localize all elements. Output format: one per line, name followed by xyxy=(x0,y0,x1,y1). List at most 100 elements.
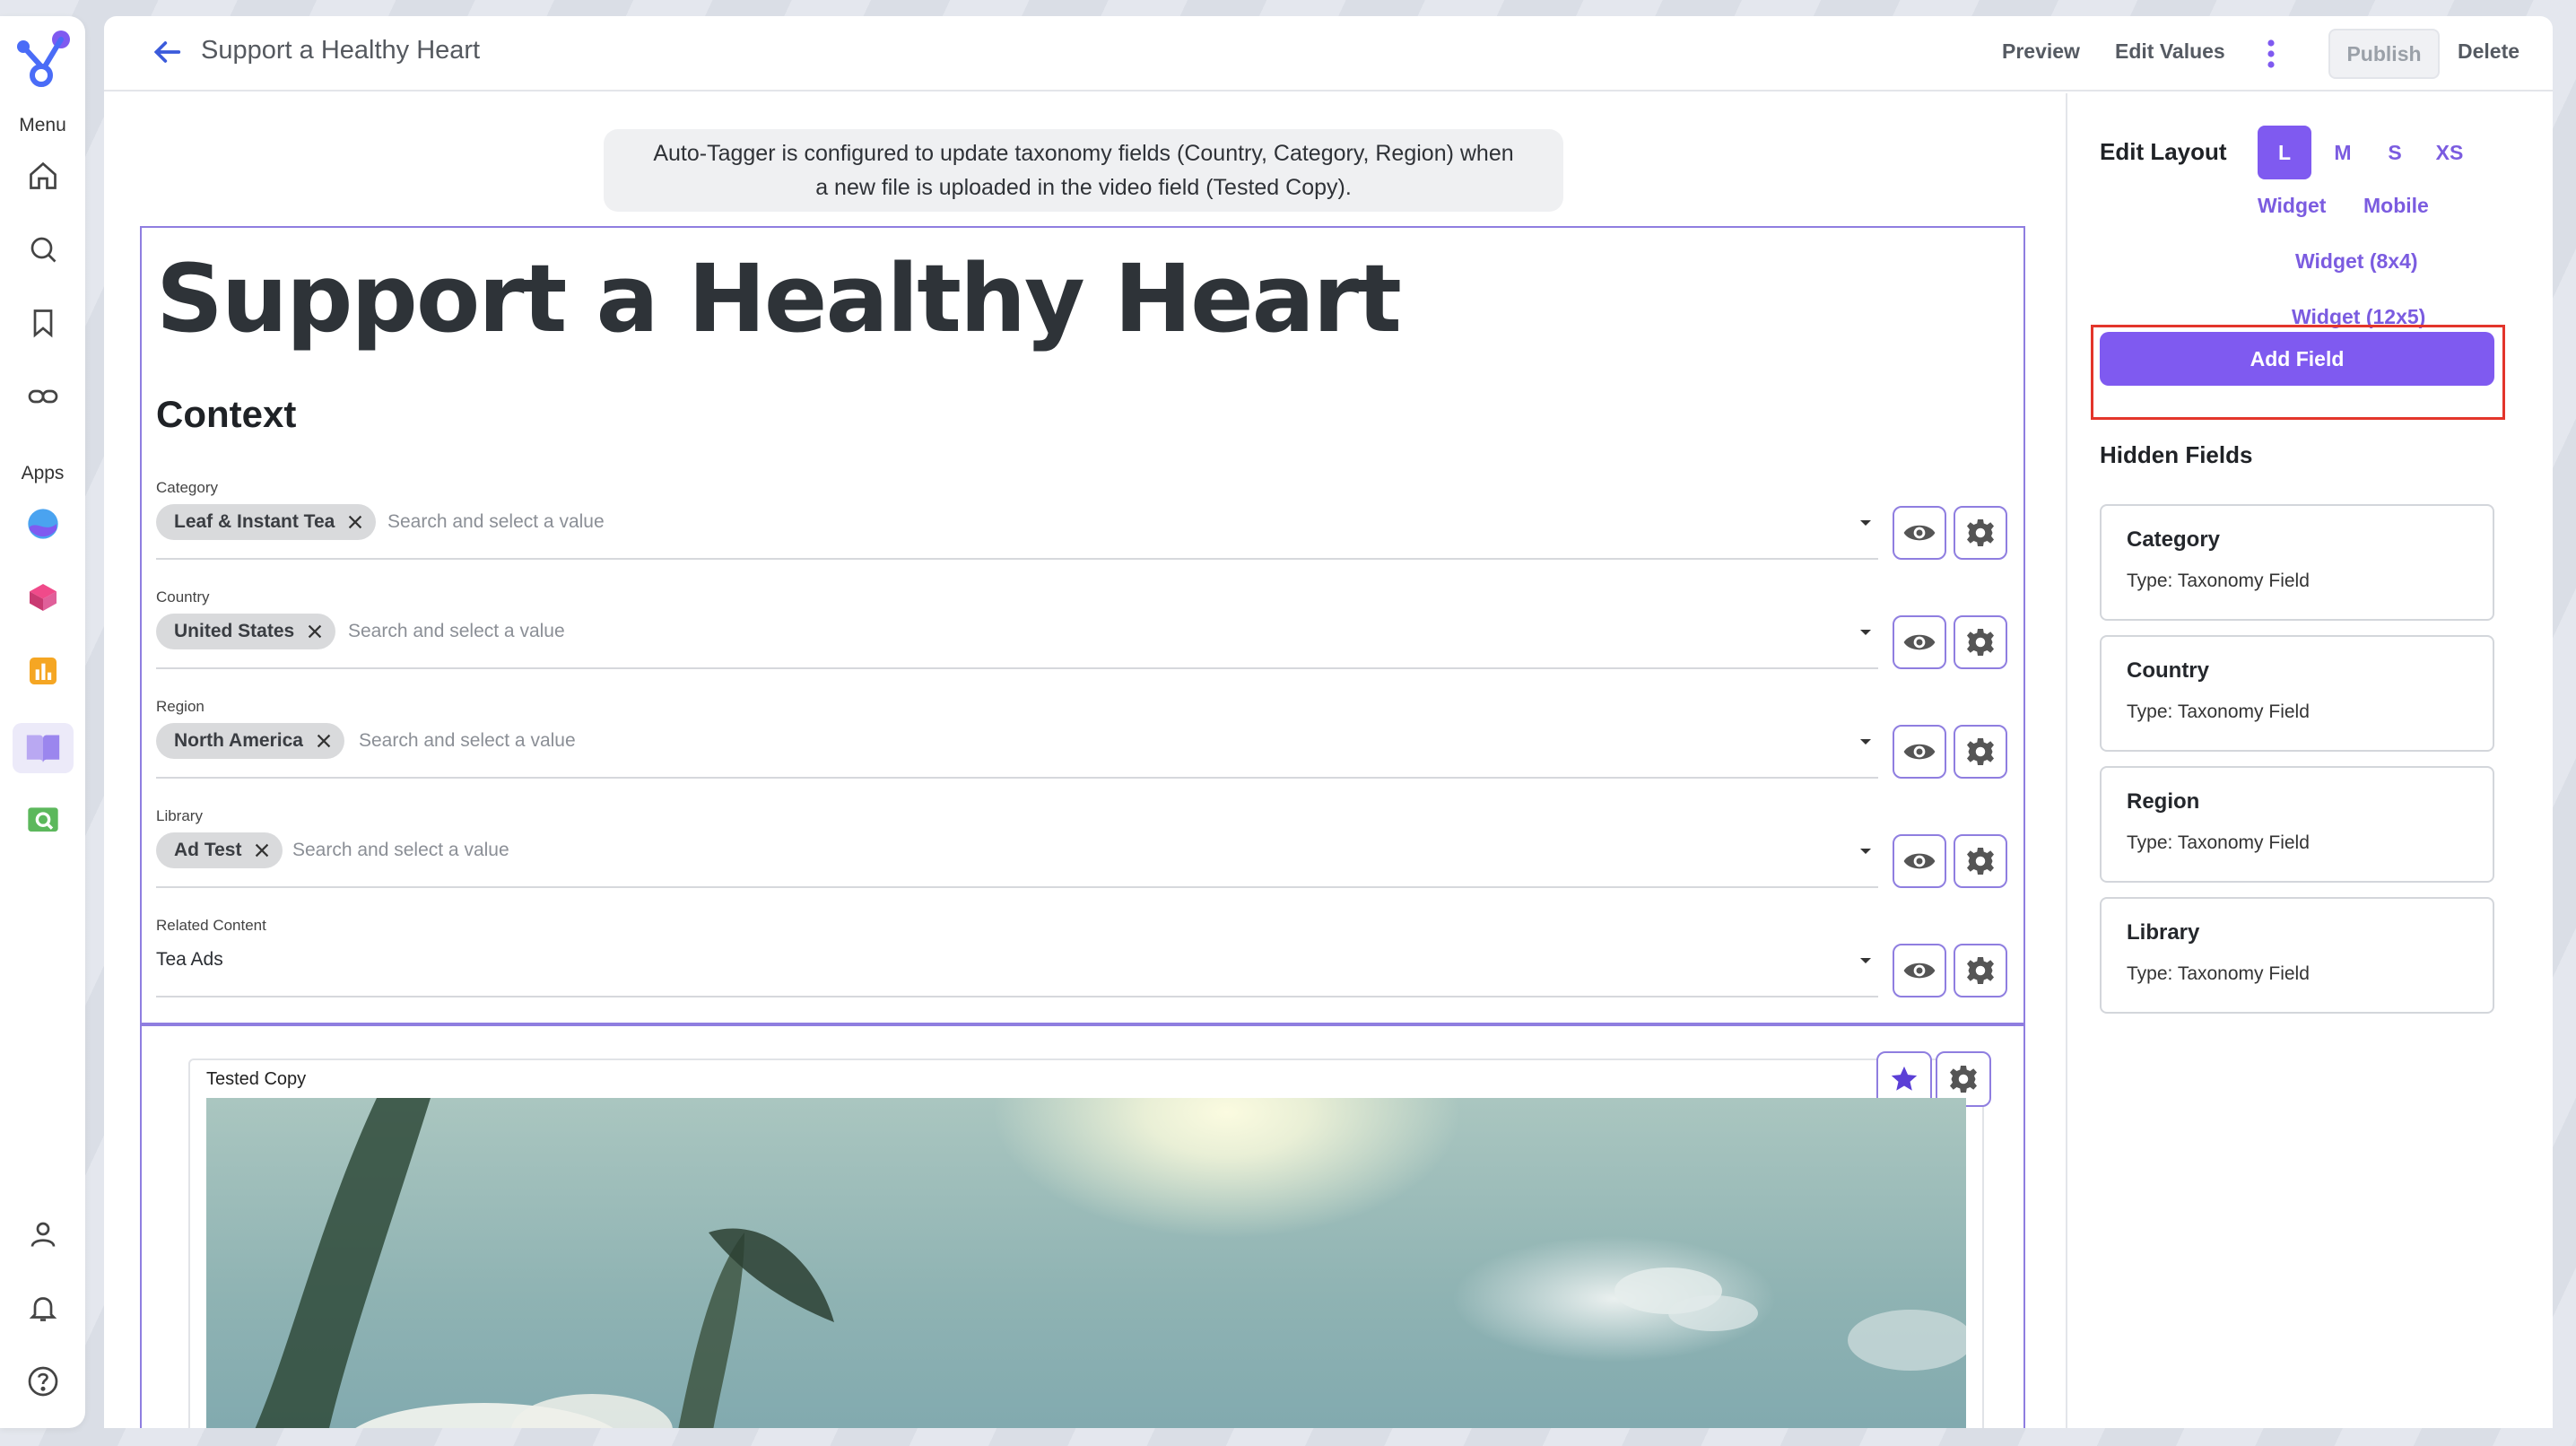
search-value-input[interactable]: Search and select a value xyxy=(387,511,605,533)
field-settings-button[interactable] xyxy=(1954,506,2007,560)
link-icon[interactable] xyxy=(25,379,61,414)
field-settings-button[interactable] xyxy=(1954,615,2007,669)
visibility-button[interactable] xyxy=(1893,944,1946,997)
document-heading: Support a Healthy Heart xyxy=(156,244,1402,353)
help-icon[interactable] xyxy=(25,1363,61,1399)
menu-label: Menu xyxy=(19,115,66,135)
hidden-fields-title: Hidden Fields xyxy=(2100,441,2253,468)
dropdown-caret-icon[interactable] xyxy=(1858,628,1873,637)
bell-icon[interactable] xyxy=(25,1290,61,1326)
field-label: Category xyxy=(156,479,218,496)
field-label: Library xyxy=(156,807,203,824)
mobile-layout-link[interactable]: Mobile xyxy=(2363,194,2429,218)
value-chip: North America xyxy=(156,723,344,759)
remove-chip-icon[interactable] xyxy=(305,622,325,641)
star-icon xyxy=(1891,1066,1918,1091)
search-icon[interactable] xyxy=(25,231,61,267)
chip-label: Ad Test xyxy=(174,840,242,860)
hidden-field-type: Type: Taxonomy Field xyxy=(2127,963,2310,984)
library-field: Library Ad Test Search and select a valu… xyxy=(156,807,2018,901)
hidden-field-type: Type: Taxonomy Field xyxy=(2127,701,2310,722)
dropdown-caret-icon[interactable] xyxy=(1858,847,1873,856)
hidden-field-card[interactable]: Country Type: Taxonomy Field xyxy=(2100,635,2494,752)
region-field: Region North America Search and select a… xyxy=(156,698,2018,791)
search-value-input[interactable]: Search and select a value xyxy=(359,730,576,752)
app-chart-icon[interactable] xyxy=(25,653,61,689)
country-field: Country United States Search and select … xyxy=(156,588,2018,682)
context-section: Support a Healthy Heart Context Category… xyxy=(140,226,2025,1024)
eye-icon xyxy=(1903,744,1936,760)
field-underline xyxy=(156,996,1878,997)
app-book-icon[interactable] xyxy=(13,723,74,773)
left-rail: Menu Apps xyxy=(0,16,85,1428)
section-heading: Context xyxy=(156,393,297,435)
field-settings-button[interactable] xyxy=(1954,944,2007,997)
user-icon[interactable] xyxy=(25,1216,61,1252)
visibility-button[interactable] xyxy=(1893,615,1946,669)
gear-icon xyxy=(1950,1066,1977,1093)
more-options-icon[interactable] xyxy=(2264,38,2278,70)
field-underline xyxy=(156,667,1878,669)
eye-icon xyxy=(1903,853,1936,869)
hidden-field-name: Region xyxy=(2127,789,2200,814)
video-field-label: Tested Copy xyxy=(206,1069,307,1089)
chip-label: Leaf & Instant Tea xyxy=(174,511,335,532)
value-chip: United States xyxy=(156,614,336,649)
gear-icon xyxy=(1967,519,1994,546)
edit-values-button[interactable]: Edit Values xyxy=(2115,39,2225,64)
delete-button[interactable]: Delete xyxy=(2458,39,2519,64)
remove-chip-icon[interactable] xyxy=(314,731,334,751)
size-s-button[interactable]: S xyxy=(2374,126,2415,179)
edit-layout-title: Edit Layout xyxy=(2100,138,2227,165)
related-content-value[interactable]: Tea Ads xyxy=(156,949,223,971)
visibility-button[interactable] xyxy=(1893,725,1946,779)
video-preview[interactable] xyxy=(206,1098,1966,1428)
hidden-field-name: Country xyxy=(2127,658,2209,683)
hidden-field-card[interactable]: Library Type: Taxonomy Field xyxy=(2100,897,2494,1014)
app-globe-icon[interactable] xyxy=(25,506,61,542)
hidden-field-type: Type: Taxonomy Field xyxy=(2127,571,2310,591)
eye-icon xyxy=(1903,963,1936,979)
field-underline xyxy=(156,558,1878,560)
field-settings-button[interactable] xyxy=(1954,725,2007,779)
field-label: Related Content xyxy=(156,917,266,934)
apps-label: Apps xyxy=(21,463,65,483)
size-xs-button[interactable]: XS xyxy=(2424,126,2475,179)
app-search-folder-icon[interactable] xyxy=(25,800,61,836)
field-underline xyxy=(156,886,1878,888)
page-title: Support a Healthy Heart xyxy=(201,36,481,65)
dropdown-caret-icon[interactable] xyxy=(1858,956,1873,965)
notice-line-2: a new file is uploaded in the video fiel… xyxy=(815,175,1352,200)
remove-chip-icon[interactable] xyxy=(252,841,272,860)
dropdown-caret-icon[interactable] xyxy=(1858,737,1873,746)
chip-label: United States xyxy=(174,621,295,641)
remove-chip-icon[interactable] xyxy=(345,512,365,532)
add-field-button[interactable]: Add Field xyxy=(2100,332,2494,386)
related-content-field: Related Content Tea Ads xyxy=(156,917,2018,1010)
size-l-button[interactable]: L xyxy=(2258,126,2311,179)
search-value-input[interactable]: Search and select a value xyxy=(348,621,565,642)
visibility-button[interactable] xyxy=(1893,506,1946,560)
visibility-button[interactable] xyxy=(1893,834,1946,888)
preview-button[interactable]: Preview xyxy=(2002,39,2080,64)
widget-8x4-link[interactable]: Widget (8x4) xyxy=(2295,249,2418,274)
search-value-input[interactable]: Search and select a value xyxy=(292,840,509,861)
value-chip: Leaf & Instant Tea xyxy=(156,504,377,540)
app-cube-icon[interactable] xyxy=(25,579,61,615)
size-m-button[interactable]: M xyxy=(2322,126,2363,179)
field-settings-button[interactable] xyxy=(1954,834,2007,888)
widget-layout-link[interactable]: Widget xyxy=(2258,194,2326,218)
dropdown-caret-icon[interactable] xyxy=(1858,518,1873,527)
hidden-field-card[interactable]: Region Type: Taxonomy Field xyxy=(2100,766,2494,883)
notice-line-1: Auto-Tagger is configured to update taxo… xyxy=(653,141,1514,166)
field-label: Region xyxy=(156,698,205,715)
home-icon[interactable] xyxy=(25,158,61,194)
hidden-field-name: Category xyxy=(2127,527,2221,552)
publish-button[interactable]: Publish xyxy=(2328,29,2440,79)
bookmark-icon[interactable] xyxy=(25,305,61,341)
app-logo-icon[interactable] xyxy=(11,27,75,91)
category-field: Category Leaf & Instant Tea Search and s… xyxy=(156,479,2018,572)
back-arrow-icon[interactable] xyxy=(149,34,185,70)
top-bar: Support a Healthy Heart Preview Edit Val… xyxy=(104,16,2553,91)
hidden-field-card[interactable]: Category Type: Taxonomy Field xyxy=(2100,504,2494,621)
